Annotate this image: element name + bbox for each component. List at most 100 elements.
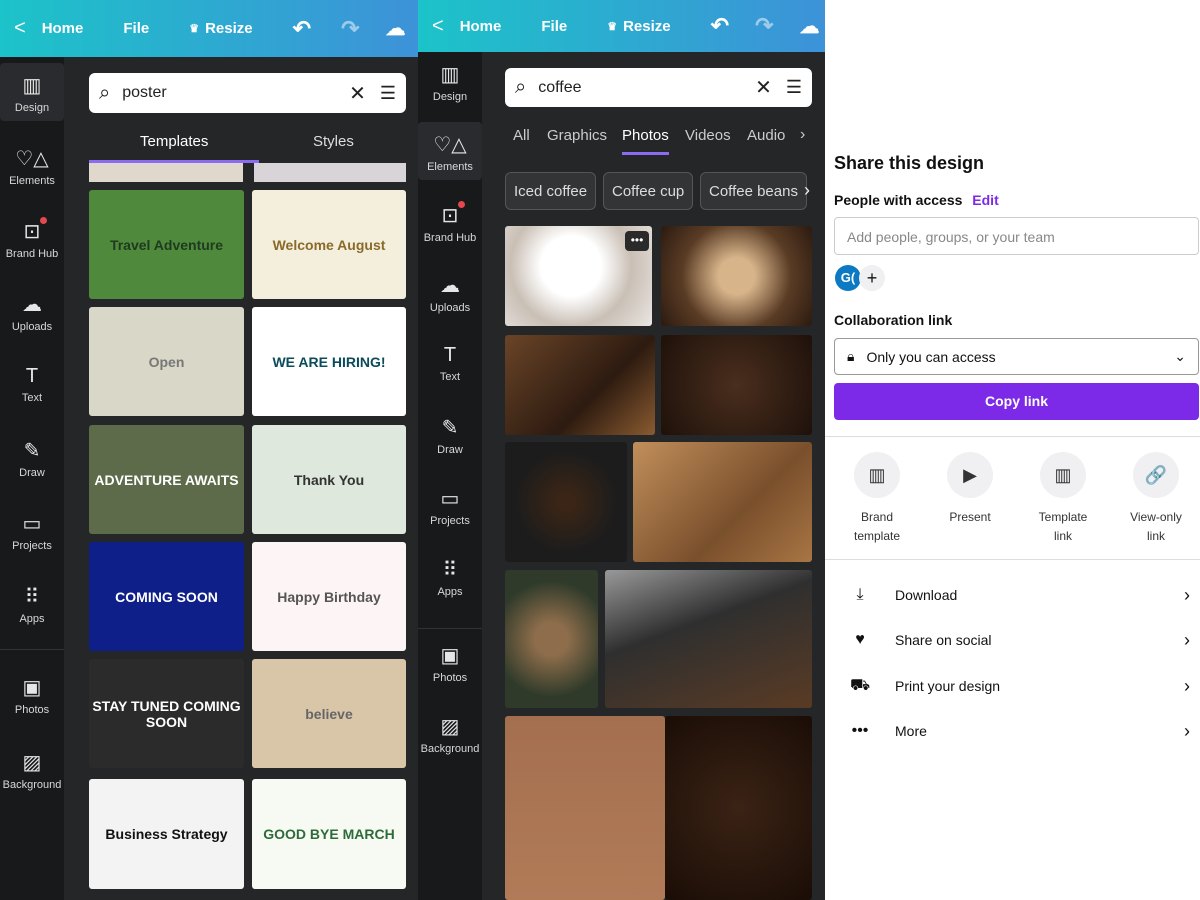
share-option-present[interactable]: ▶ Present — [924, 452, 1016, 527]
template-thumbnail[interactable]: ADVENTURE AWAITS — [89, 425, 244, 534]
share-row-share-on-social[interactable]: ♥ Share on social › — [850, 625, 1190, 655]
share-row-download[interactable]: ⤓ Download › — [850, 580, 1190, 610]
sidebar-item-text[interactable]: T Text — [0, 355, 64, 413]
tab-audio[interactable]: Audio — [747, 127, 785, 152]
template-thumbnail[interactable]: COMING SOON — [89, 542, 244, 651]
chips-next-icon[interactable]: › — [804, 180, 810, 201]
coffee-photo[interactable] — [665, 716, 812, 900]
add-people-input[interactable]: Add people, groups, or your team — [834, 217, 1199, 255]
sidebar-item-label: Design — [432, 91, 468, 103]
coffee-photo[interactable] — [661, 335, 812, 435]
tab-videos[interactable]: Videos — [685, 127, 731, 152]
share-row-more[interactable]: ••• More › — [850, 716, 1190, 746]
sidebar-item-label: Photos — [14, 704, 50, 716]
tab-photos[interactable]: Photos — [622, 127, 669, 155]
sidebar-item-elements[interactable]: ♡△ Elements — [0, 136, 64, 194]
home-button[interactable]: Home — [460, 18, 502, 35]
share-row-print-your-design[interactable]: ⛟ Print your design › — [850, 671, 1190, 701]
cloud-save-icon[interactable]: ☁ — [386, 16, 406, 41]
text-icon: T — [25, 365, 39, 387]
sidebar-item-text[interactable]: T Text — [418, 334, 482, 392]
coffee-photo[interactable] — [505, 335, 655, 435]
template-thumbnail[interactable]: WE ARE HIRING! — [252, 307, 406, 416]
suggestion-chip[interactable]: Iced coffee — [505, 172, 597, 210]
template-thumbnail[interactable]: Happy Birthday — [252, 542, 406, 651]
copy-link-button[interactable]: Copy link — [834, 383, 1199, 420]
share-option-template-link[interactable]: ▥ Template link — [1017, 452, 1109, 546]
sidebar-item-photos[interactable]: ▣ Photos — [0, 665, 64, 723]
filter-icon[interactable]: ☰ — [380, 83, 396, 104]
avatar[interactable]: G( — [835, 265, 861, 291]
file-button[interactable]: File — [541, 18, 567, 35]
search-icon: ⌕ — [515, 76, 527, 98]
coffee-photo[interactable] — [633, 442, 812, 562]
template-thumbnail[interactable]: GOOD BYE MARCH — [252, 779, 406, 889]
tab-graphics[interactable]: Graphics — [547, 127, 607, 152]
coffee-photo[interactable] — [505, 716, 665, 900]
sidebar-item-draw[interactable]: ✎ Draw — [0, 428, 64, 486]
resize-button[interactable]: Resize — [205, 20, 253, 37]
resize-button[interactable]: Resize — [623, 18, 671, 35]
coffee-photo[interactable] — [661, 226, 812, 326]
home-button[interactable]: Home — [42, 20, 84, 37]
share-option-brand-template[interactable]: ▥ Brand template — [831, 452, 923, 546]
template-thumbnail[interactable]: STAY TUNED COMING SOON — [89, 659, 244, 768]
undo-icon[interactable]: ↶ — [293, 16, 311, 42]
share-title: Share this design — [834, 153, 985, 173]
sidebar-item-background[interactable]: ▨ Background — [0, 740, 64, 798]
template-thumbnail[interactable]: Welcome August — [252, 190, 406, 299]
edit-link[interactable]: Edit — [972, 192, 998, 208]
sidebar-item-uploads[interactable]: ☁ Uploads — [0, 282, 64, 340]
tabs-next-icon[interactable]: › — [800, 126, 805, 144]
add-person-button[interactable]: + — [859, 265, 885, 291]
template-thumbnail[interactable]: Open — [89, 307, 244, 416]
template-thumbnail[interactable]: Travel Adventure — [89, 190, 244, 299]
access-dropdown[interactable]: 🔒︎ Only you can access ⌄ — [834, 338, 1199, 375]
template-thumbnail[interactable]: Business Strategy — [89, 779, 244, 889]
sidebar-item-design[interactable]: ▥ Design — [418, 52, 482, 110]
template-thumb-partial[interactable] — [254, 163, 406, 182]
tab-all[interactable]: All — [513, 127, 530, 152]
tab-templates[interactable]: Templates — [140, 133, 208, 150]
more-options-button[interactable]: ••• — [625, 231, 649, 251]
sidebar-item-uploads[interactable]: ☁ Uploads — [418, 263, 482, 321]
template-thumb-partial[interactable] — [89, 163, 243, 182]
sidebar-item-design[interactable]: ▥ Design — [0, 63, 64, 121]
sidebar-item-elements[interactable]: ♡△ Elements — [418, 122, 482, 180]
file-button[interactable]: File — [123, 20, 149, 37]
template-thumbnail[interactable]: believe — [252, 659, 406, 768]
filter-icon[interactable]: ☰ — [786, 77, 802, 98]
text-icon: T — [443, 344, 457, 366]
template-thumbnail[interactable]: Thank You — [252, 425, 406, 534]
clear-icon[interactable]: ✕ — [755, 75, 772, 100]
sidebar-item-background[interactable]: ▨ Background — [418, 704, 482, 762]
template-search-input[interactable]: ⌕ poster ✕ ☰ — [89, 73, 406, 113]
sidebar-item-projects[interactable]: ▭ Projects — [418, 476, 482, 534]
sidebar-item-apps[interactable]: ⠿ Apps — [0, 574, 64, 632]
apps-icon: ⠿ — [442, 559, 458, 581]
element-search-input[interactable]: ⌕ coffee ✕ ☰ — [505, 68, 812, 107]
redo-icon[interactable]: ↷ — [755, 13, 773, 39]
undo-icon[interactable]: ↶ — [711, 13, 729, 39]
coffee-photo[interactable] — [605, 570, 812, 708]
sidebar-item-label: Background — [420, 743, 480, 755]
coffee-photo[interactable] — [505, 570, 598, 708]
sidebar-item-projects[interactable]: ▭ Projects — [0, 501, 64, 559]
redo-icon[interactable]: ↷ — [341, 16, 359, 42]
sidebar-item-brand-hub[interactable]: ⊡ Brand Hub — [0, 209, 64, 267]
share-option-view-only-link[interactable]: 🔗 View-only link — [1110, 452, 1200, 546]
sidebar-item-draw[interactable]: ✎ Draw — [418, 405, 482, 463]
templates-panel: ⌕ poster ✕ ☰ Templates Styles Travel Adv… — [64, 57, 418, 900]
divider — [418, 628, 482, 629]
sidebar-item-brand-hub[interactable]: ⊡ Brand Hub — [418, 193, 482, 251]
suggestion-chip[interactable]: Coffee beans — [700, 172, 807, 210]
sidebar-item-photos[interactable]: ▣ Photos — [418, 633, 482, 691]
coffee-photo[interactable] — [505, 442, 627, 562]
clear-icon[interactable]: ✕ — [349, 81, 366, 106]
tab-styles[interactable]: Styles — [313, 133, 354, 150]
sidebar-item-apps[interactable]: ⠿ Apps — [418, 547, 482, 605]
back-button[interactable]: < — [432, 15, 444, 38]
suggestion-chip[interactable]: Coffee cup — [603, 172, 694, 210]
cloud-save-icon[interactable]: ☁ — [800, 14, 820, 39]
back-button[interactable]: < — [14, 17, 26, 40]
